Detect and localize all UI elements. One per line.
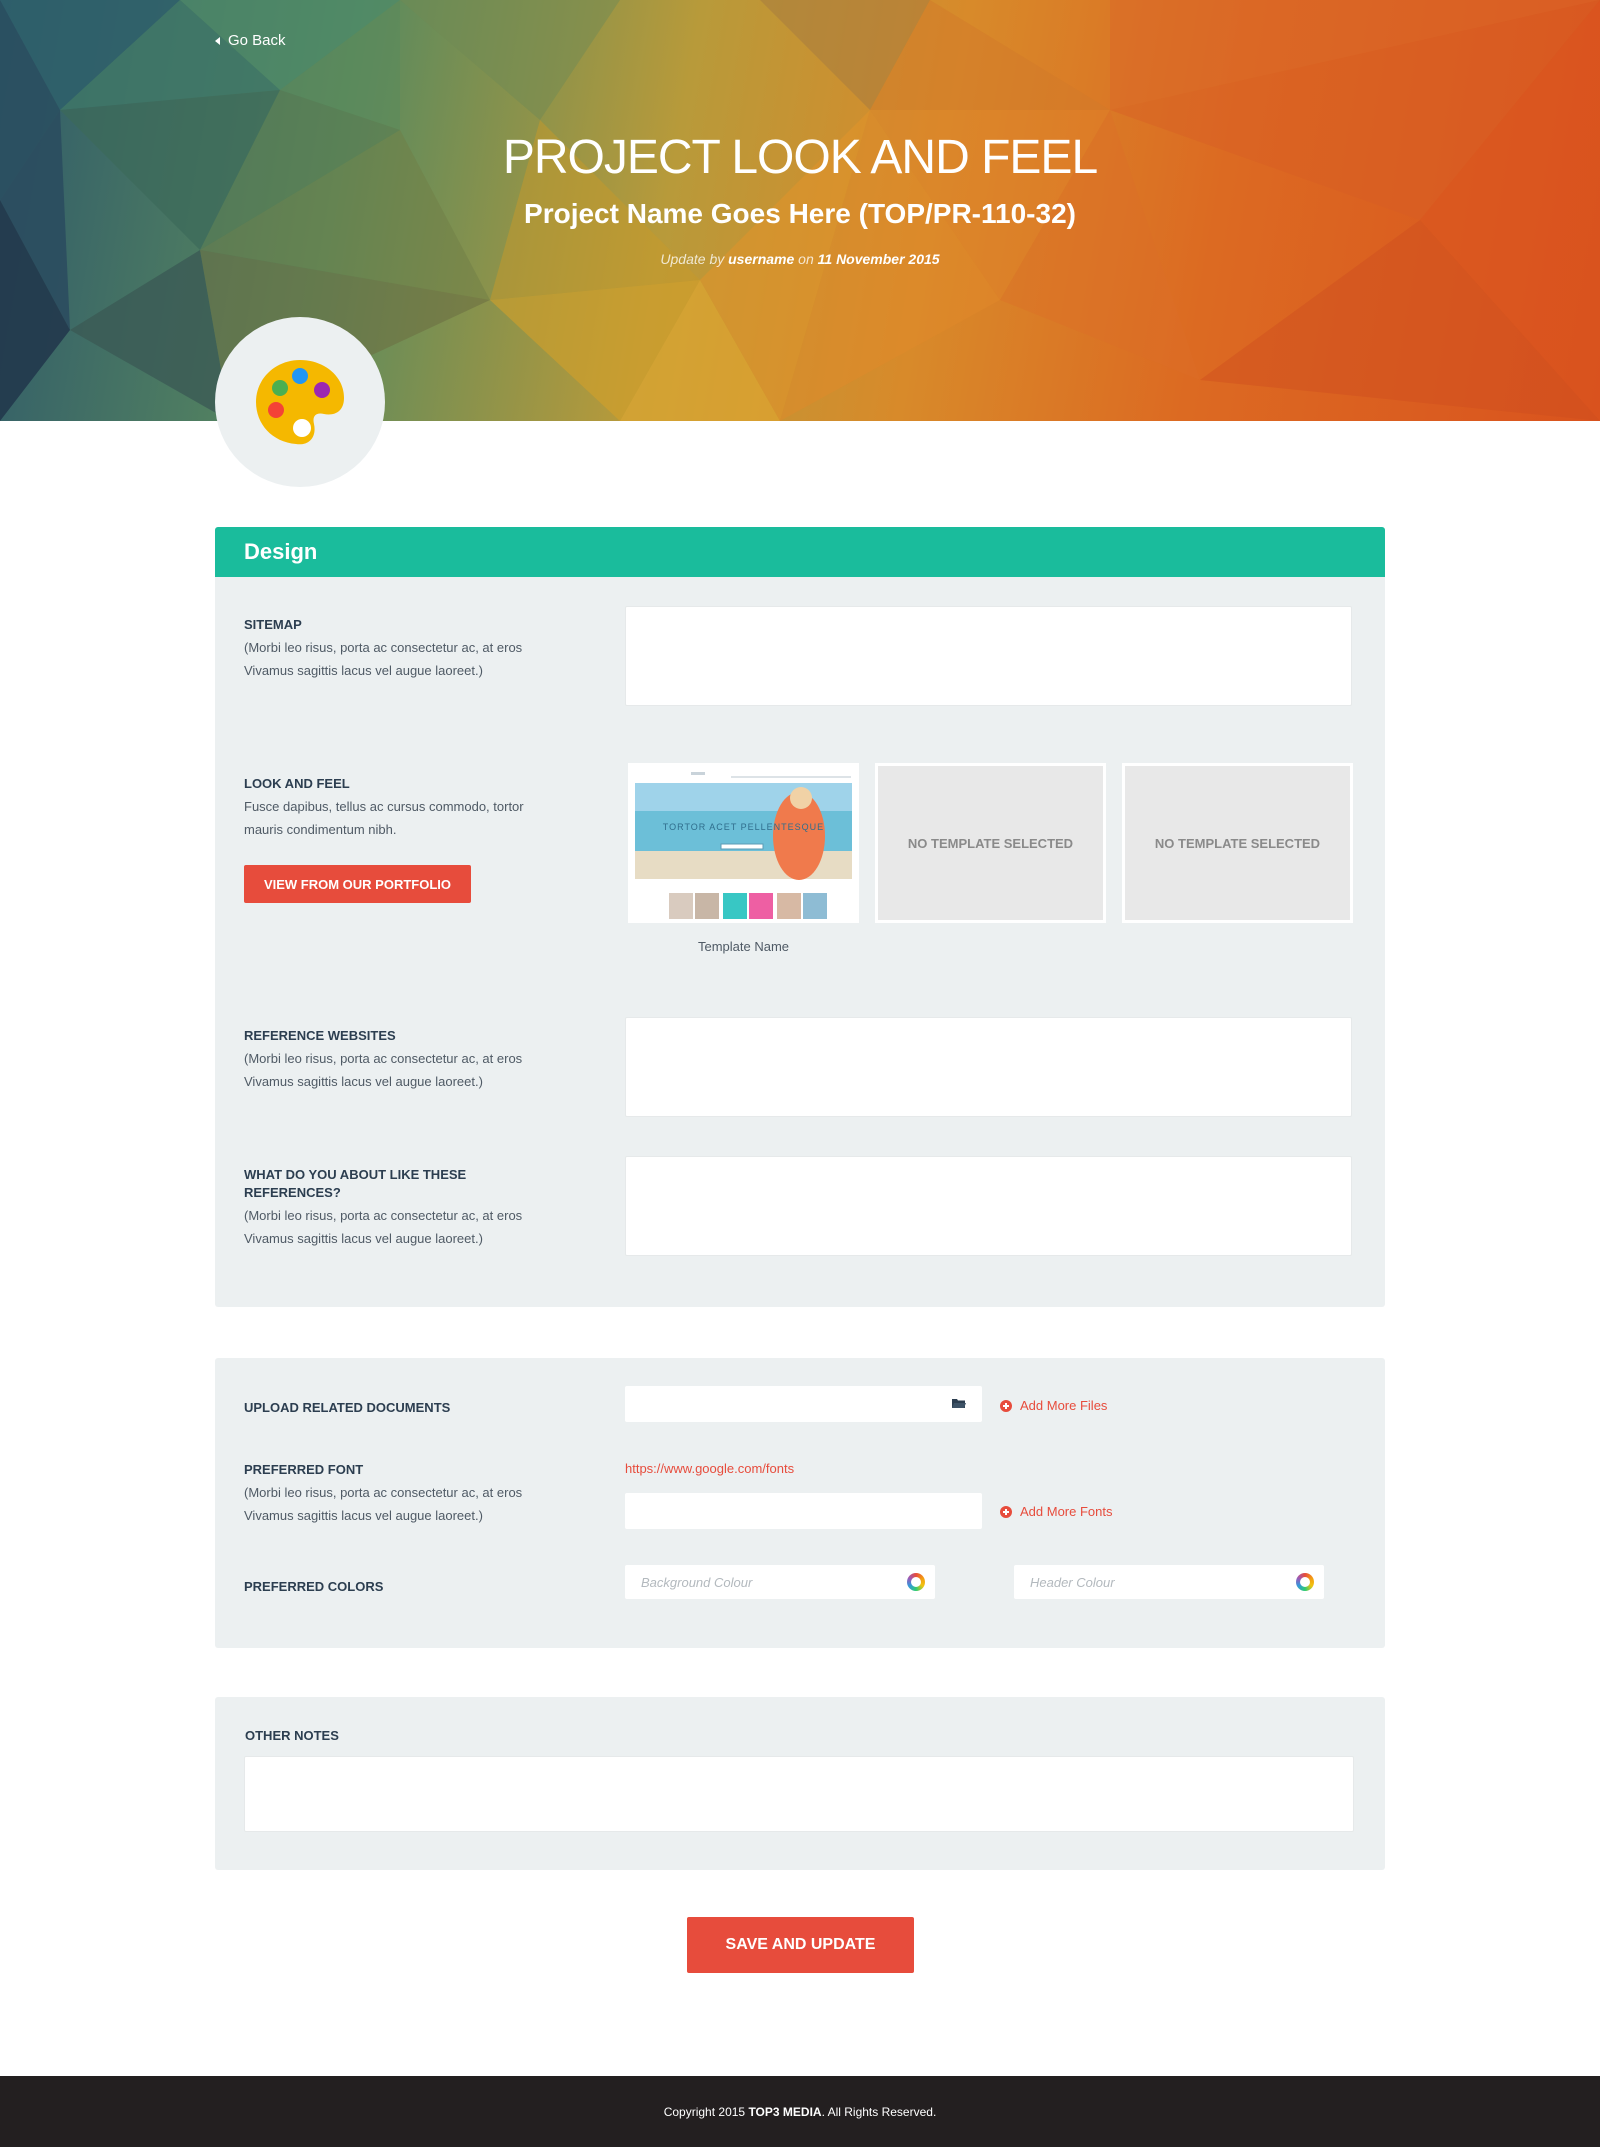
caret-left-icon [215, 36, 220, 45]
go-back-link[interactable]: Go Back [215, 32, 286, 49]
look-feel-label: LOOK AND FEEL Fusce dapibus, tellus ac c… [244, 775, 564, 841]
add-more-files-link[interactable]: Add More Files [1000, 1398, 1107, 1413]
upload-label: UPLOAD RELATED DOCUMENTS [244, 1399, 564, 1417]
page-title: PROJECT LOOK AND FEEL [502, 131, 1098, 184]
reference-websites-label: REFERENCE WEBSITES (Morbi leo risus, por… [244, 1027, 564, 1093]
copyright-text: Copyright 2015 TOP3 MEDIA. All Rights Re… [663, 2104, 937, 2119]
template-preview-image [631, 766, 856, 920]
header-colour-input[interactable] [1014, 1565, 1324, 1599]
look-feel-title: LOOK AND FEEL [244, 776, 350, 791]
colors-title: PREFERRED COLORS [244, 1579, 384, 1594]
view-portfolio-button[interactable]: VIEW FROM OUR PORTFOLIO [244, 865, 471, 903]
upload-file-input[interactable] [625, 1386, 982, 1422]
upload-title: UPLOAD RELATED DOCUMENTS [244, 1400, 451, 1415]
sitemap-title: SITEMAP [244, 617, 302, 632]
add-more-files-label: Add More Files [1020, 1398, 1108, 1413]
brand-name: TOP3 MEDIA [748, 2104, 822, 2119]
save-and-update-button[interactable]: SAVE AND UPDATE [687, 1917, 914, 1973]
color-wheel-icon[interactable] [907, 1573, 925, 1591]
design-panel: Design SITEMAP (Morbi leo risus, porta a… [215, 527, 1385, 1307]
template-thumbnail-selected[interactable]: TORTOR ACET PELLENTESQUE [628, 763, 859, 923]
updated-date: 11 November 2015 [817, 251, 940, 267]
template-slot-empty-2[interactable]: NO TEMPLATE SELECTED [1122, 763, 1353, 923]
update-meta: Update by username on 11 November 2015 [660, 251, 940, 267]
references-like-title: WHAT DO YOU ABOUT LIKE THESE REFERENCES? [244, 1167, 467, 1200]
plus-circle-icon [1000, 1505, 1012, 1518]
notes-panel: OTHER NOTES [215, 1697, 1385, 1870]
project-name: Project Name Goes Here (TOP/PR-110-32) [524, 198, 1076, 229]
reference-websites-title: REFERENCE WEBSITES [244, 1028, 396, 1043]
references-like-input[interactable] [625, 1156, 1352, 1256]
google-fonts-link[interactable]: https://www.google.com/fonts [625, 1461, 794, 1476]
font-desc: (Morbi leo risus, porta ac consectetur a… [244, 1485, 523, 1523]
font-label: PREFERRED FONT (Morbi leo risus, porta a… [244, 1461, 564, 1527]
assets-panel: UPLOAD RELATED DOCUMENTS Add More Files … [215, 1358, 1385, 1648]
go-back-label: Go Back [228, 32, 286, 49]
add-more-fonts-link[interactable]: Add More Fonts [1000, 1504, 1113, 1519]
notes-title: OTHER NOTES [245, 1728, 339, 1743]
folder-icon[interactable] [952, 1398, 966, 1409]
color-wheel-icon[interactable] [1296, 1573, 1314, 1591]
reference-websites-desc: (Morbi leo risus, porta ac consectetur a… [244, 1051, 523, 1089]
references-like-desc: (Morbi leo risus, porta ac consectetur a… [244, 1208, 523, 1246]
design-heading: Design [215, 527, 1385, 577]
sitemap-label: SITEMAP (Morbi leo risus, porta ac conse… [244, 616, 564, 682]
colors-label: PREFERRED COLORS [244, 1578, 564, 1596]
references-like-label: WHAT DO YOU ABOUT LIKE THESE REFERENCES?… [244, 1166, 564, 1250]
sitemap-desc: (Morbi leo risus, porta ac consectetur a… [244, 640, 523, 678]
look-feel-desc: Fusce dapibus, tellus ac cursus commodo,… [244, 799, 524, 837]
template-name: Template Name [697, 939, 790, 954]
background-colour-input[interactable] [625, 1565, 935, 1599]
add-more-fonts-label: Add More Fonts [1020, 1504, 1113, 1519]
sitemap-input[interactable] [625, 606, 1352, 706]
plus-circle-icon [1000, 1399, 1012, 1412]
updated-by-user: username [728, 251, 795, 267]
project-avatar [215, 317, 385, 487]
template-slot-empty-1[interactable]: NO TEMPLATE SELECTED [875, 763, 1106, 923]
other-notes-input[interactable] [244, 1756, 1354, 1832]
font-title: PREFERRED FONT [244, 1462, 364, 1477]
reference-websites-input[interactable] [625, 1017, 1352, 1117]
footer: Copyright 2015 TOP3 MEDIA. All Rights Re… [0, 2076, 1600, 2147]
font-input[interactable] [625, 1493, 982, 1529]
palette-icon [256, 360, 344, 445]
